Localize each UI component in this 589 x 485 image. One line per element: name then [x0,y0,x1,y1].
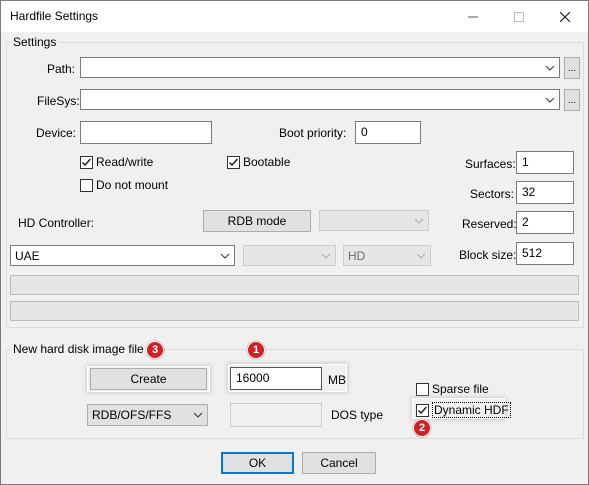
path-label: Path: [47,62,76,76]
close-icon [559,9,571,25]
device-input[interactable] [80,121,212,144]
surfaces-label: Surfaces: [465,157,516,171]
sectors-label: Sectors: [470,187,515,201]
path-combo[interactable] [80,57,560,78]
sparse-file-label: Sparse file [432,382,489,396]
minimize-button[interactable] [450,1,496,32]
sparse-file-checkbox[interactable]: Sparse file [416,382,489,396]
dos-type-label: DOS type [331,408,384,422]
checkbox-box [80,178,93,192]
block-size-input[interactable]: 512 [516,242,574,265]
read-write-label: Read/write [96,155,154,169]
chevron-down-icon [320,250,332,262]
fs-type-value: RDB/OFS/FFS [92,408,172,422]
dos-type-input [230,403,322,427]
sectors-input[interactable]: 32 [516,181,574,204]
boot-priority-label: Boot priority: [279,126,347,140]
boot-priority-input[interactable]: 0 [355,121,421,144]
do-not-mount-label: Do not mount [96,178,169,192]
title-bar: Hardfile Settings [1,1,588,32]
hd-type-combo: HD [343,245,431,266]
hd-type-value: HD [348,249,366,263]
rdb-mode-button[interactable]: RDB mode [203,210,311,232]
size-input[interactable]: 16000 [230,367,322,390]
surfaces-input[interactable]: 1 [516,151,574,174]
close-button[interactable] [542,1,588,32]
new-image-group-title: New hard disk image file [10,342,147,356]
controller-combo[interactable]: UAE [10,245,235,266]
controller-value: UAE [15,249,40,263]
device-label: Device: [36,126,77,140]
chevron-down-icon [544,94,556,106]
cancel-button[interactable]: Cancel [302,452,376,474]
dynamic-hdf-checkbox[interactable]: Dynamic HDF [416,402,511,418]
checkbox-box [80,155,93,169]
chevron-down-icon [544,62,556,74]
chevron-down-icon [415,250,427,262]
reserved-input[interactable]: 2 [516,211,574,234]
dynamic-hdf-label: Dynamic HDF [432,402,511,418]
chevron-down-icon [219,250,231,262]
unit-combo [243,245,336,266]
window-title: Hardfile Settings [10,9,99,23]
checkbox-box [416,382,429,396]
chevron-down-icon [413,215,425,227]
hd-controller-label: HD Controller: [18,216,95,230]
read-write-checkbox[interactable]: Read/write [80,155,153,169]
checkbox-box [416,403,429,417]
marker-3-badge: 3 [146,341,164,359]
path-browse-button[interactable]: ... [564,57,580,79]
info-bar-1 [10,275,579,295]
create-button[interactable]: Create [90,368,207,390]
marker-2-badge: 2 [413,419,431,437]
minimize-icon [468,9,478,25]
rdb-combo [319,210,429,231]
maximize-icon [514,9,524,25]
block-size-label: Block size: [459,248,517,262]
filesys-browse-button[interactable]: ... [564,89,580,111]
fs-type-combo[interactable]: RDB/OFS/FFS [87,404,208,426]
info-bar-2 [10,301,579,321]
chevron-down-icon [192,409,204,421]
checkbox-box [227,155,240,169]
filesys-label: FileSys: [37,94,80,108]
bootable-checkbox[interactable]: Bootable [227,155,290,169]
size-unit-label: MB [328,373,346,387]
ok-button[interactable]: OK [221,452,294,474]
marker-1-badge: 1 [247,341,265,359]
do-not-mount-checkbox[interactable]: Do not mount [80,178,168,192]
filesys-combo[interactable] [80,89,560,110]
hardfile-settings-dialog: Hardfile Settings Settings Path: ... Fil… [0,0,589,485]
maximize-button[interactable] [496,1,542,32]
reserved-label: Reserved: [462,217,517,231]
settings-group-title: Settings [10,35,60,49]
bootable-label: Bootable [243,155,291,169]
